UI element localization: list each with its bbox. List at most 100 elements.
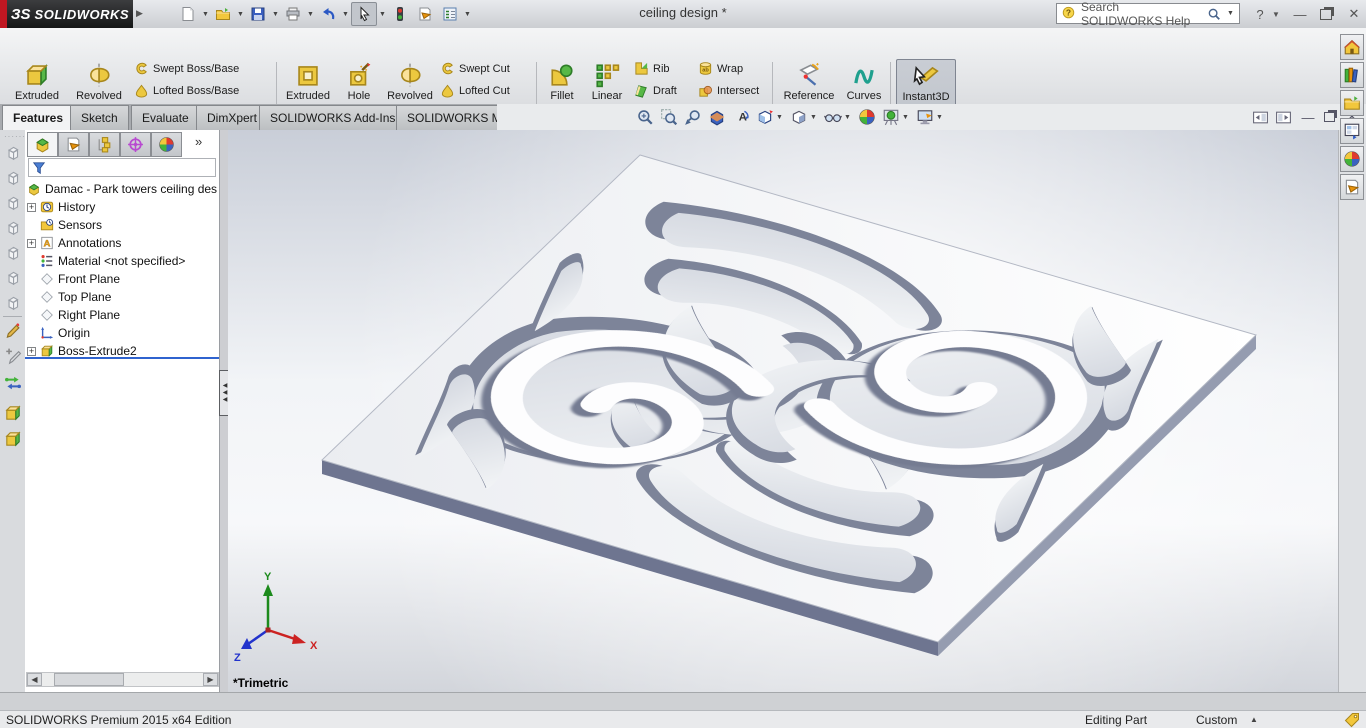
doc-minimize-button[interactable]: — bbox=[1295, 106, 1321, 128]
options-button[interactable] bbox=[438, 3, 462, 25]
view-orientation-button[interactable]: ▼ bbox=[753, 106, 787, 128]
boss-extrude-b-button[interactable] bbox=[2, 428, 23, 450]
rebuild-button[interactable] bbox=[388, 3, 412, 25]
scrollbar-thumb[interactable] bbox=[54, 673, 124, 686]
expand-toggle[interactable]: + bbox=[27, 239, 36, 248]
help-search-box[interactable]: Search SOLIDWORKS Help ▼ bbox=[1056, 3, 1240, 24]
search-dropdown[interactable]: ▼ bbox=[1226, 10, 1235, 17]
solidworks-logo[interactable]: ЗS SOLIDWORKS bbox=[7, 0, 133, 28]
view-settings-button[interactable]: ▼ bbox=[913, 106, 947, 128]
new-document-button[interactable] bbox=[176, 3, 200, 25]
3d-sketch-button[interactable] bbox=[2, 346, 23, 368]
boss-extrude-a-button[interactable] bbox=[2, 402, 23, 424]
apply-scene-button[interactable]: ▼ bbox=[879, 106, 913, 128]
scroll-left-button[interactable]: ◀ bbox=[27, 673, 42, 686]
rib-button[interactable]: Rib bbox=[634, 59, 677, 78]
tree-item[interactable]: Material <not specified> bbox=[27, 252, 217, 270]
display-style-button[interactable]: ▼ bbox=[787, 106, 821, 128]
select-button[interactable] bbox=[351, 2, 377, 26]
tab-property-manager[interactable] bbox=[58, 132, 89, 157]
tag-icon[interactable] bbox=[1344, 712, 1360, 728]
save-dropdown[interactable]: ▼ bbox=[271, 11, 280, 18]
tab-dimxpert-manager[interactable] bbox=[120, 132, 151, 157]
tab-configuration-manager[interactable] bbox=[89, 132, 120, 157]
open-dropdown[interactable]: ▼ bbox=[236, 11, 245, 18]
collapse-pane-right-button[interactable] bbox=[1272, 106, 1295, 128]
file-properties-button[interactable] bbox=[413, 3, 437, 25]
help-button[interactable]: ? bbox=[1248, 4, 1272, 24]
tree-item[interactable]: Top Plane bbox=[27, 288, 217, 306]
help-dropdown[interactable]: ▼ bbox=[1270, 4, 1282, 24]
tree-item[interactable]: Right Plane bbox=[27, 306, 217, 324]
view-palette-button[interactable] bbox=[1340, 118, 1364, 144]
undo-button[interactable] bbox=[316, 3, 340, 25]
tree-item[interactable]: Front Plane bbox=[27, 270, 217, 288]
edit-appearance-button[interactable] bbox=[855, 106, 879, 128]
zoom-to-fit-button[interactable] bbox=[633, 106, 657, 128]
tree-filter-field[interactable] bbox=[28, 158, 216, 177]
tree-item[interactable]: Sensors bbox=[27, 216, 217, 234]
view-cube-6-button[interactable] bbox=[2, 267, 23, 289]
minimize-button[interactable]: — bbox=[1288, 4, 1312, 24]
tree-item[interactable]: Origin bbox=[27, 324, 217, 342]
view-cube-1-button[interactable] bbox=[2, 142, 23, 164]
lofted-boss-base-button[interactable]: Lofted Boss/Base bbox=[134, 82, 256, 101]
print-button[interactable] bbox=[281, 3, 305, 25]
swept-boss-base-button[interactable]: Swept Boss/Base bbox=[134, 59, 256, 78]
save-button[interactable] bbox=[246, 3, 270, 25]
appearances-scenes-button[interactable] bbox=[1340, 146, 1364, 172]
3d-viewport[interactable]: Y X Z bbox=[228, 130, 1338, 692]
options-dropdown[interactable]: ▼ bbox=[463, 11, 472, 18]
view-cube-7-button[interactable] bbox=[2, 292, 23, 314]
design-library-button[interactable] bbox=[1340, 62, 1364, 88]
tab-evaluate[interactable]: Evaluate bbox=[131, 105, 200, 130]
tree-item[interactable]: Damac - Park towers ceiling des bbox=[27, 180, 217, 198]
sketch-button[interactable] bbox=[2, 320, 23, 342]
rollback-bar[interactable] bbox=[25, 357, 219, 359]
select-dropdown[interactable]: ▼ bbox=[378, 11, 387, 18]
expand-toggle[interactable]: + bbox=[27, 203, 36, 212]
zoom-to-area-button[interactable] bbox=[657, 106, 681, 128]
file-explorer-button[interactable] bbox=[1340, 90, 1364, 116]
view-cube-4-button[interactable] bbox=[2, 217, 23, 239]
restore-button[interactable] bbox=[1314, 4, 1338, 24]
doc-restore-button[interactable] bbox=[1321, 106, 1338, 128]
section-view-button[interactable] bbox=[705, 106, 729, 128]
lofted-cut-button[interactable]: Lofted Cut bbox=[440, 82, 526, 101]
intersect-button[interactable]: Intersect bbox=[698, 82, 759, 101]
open-button[interactable] bbox=[211, 3, 235, 25]
view-cube-5-button[interactable] bbox=[2, 242, 23, 264]
tree-item[interactable]: +Annotations bbox=[27, 234, 217, 252]
tab-features[interactable]: Features bbox=[2, 105, 74, 130]
tab-dimxpert[interactable]: DimXpert bbox=[196, 105, 268, 130]
menu-expand-arrow[interactable]: ▶ bbox=[136, 8, 143, 19]
collapse-pane-left-button[interactable] bbox=[1249, 106, 1272, 128]
rotate-view-button[interactable] bbox=[729, 106, 753, 128]
tree-item[interactable]: +History bbox=[27, 198, 217, 216]
wrap-button[interactable]: Wrap bbox=[698, 59, 759, 78]
tab-display-manager[interactable] bbox=[151, 132, 182, 157]
expand-toggle[interactable]: + bbox=[27, 347, 36, 356]
tree-horizontal-scrollbar[interactable]: ◀ ▶ bbox=[26, 672, 219, 687]
magnified-view-button[interactable] bbox=[681, 106, 705, 128]
close-button[interactable]: ✕ bbox=[1342, 4, 1366, 24]
panel-tabs-overflow[interactable]: » bbox=[195, 134, 202, 149]
print-dropdown[interactable]: ▼ bbox=[306, 11, 315, 18]
tab-solidworks-add-ins[interactable]: SOLIDWORKS Add-Ins bbox=[259, 105, 406, 130]
units-selector[interactable]: Custom bbox=[1196, 713, 1237, 727]
view-cube-2-button[interactable] bbox=[2, 167, 23, 189]
custom-properties-button[interactable] bbox=[1340, 174, 1364, 200]
scroll-right-button[interactable]: ▶ bbox=[203, 673, 218, 686]
draft-button[interactable]: Draft bbox=[634, 82, 677, 101]
hide-show-items-button[interactable]: ▼ bbox=[821, 106, 855, 128]
solidworks-resources-button[interactable] bbox=[1340, 34, 1364, 60]
new-dropdown[interactable]: ▼ bbox=[201, 11, 210, 18]
swept-cut-button[interactable]: Swept Cut bbox=[440, 59, 526, 78]
tab-design-tree[interactable] bbox=[27, 132, 58, 157]
undo-dropdown[interactable]: ▼ bbox=[341, 11, 350, 18]
view-cube-3-button[interactable] bbox=[2, 192, 23, 214]
tab-sketch[interactable]: Sketch bbox=[70, 105, 129, 130]
search-icon[interactable] bbox=[1207, 7, 1221, 21]
units-dropdown-arrow[interactable]: ▲ bbox=[1250, 715, 1258, 724]
update-button[interactable] bbox=[2, 372, 23, 394]
